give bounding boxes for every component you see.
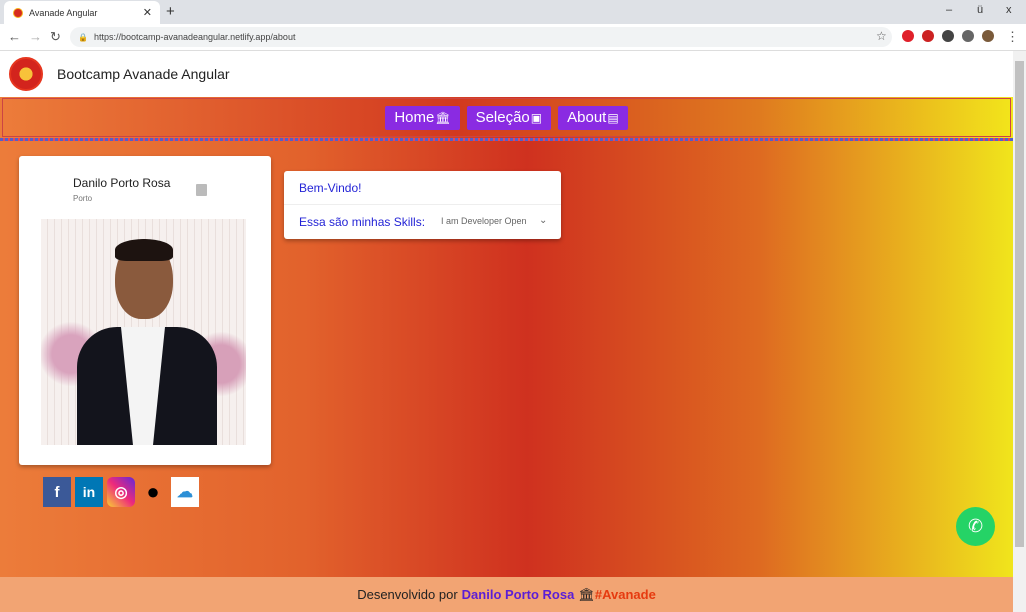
- nav-about-button[interactable]: About ▤: [558, 105, 628, 130]
- facebook-icon[interactable]: f: [43, 477, 71, 507]
- url-text: https://bootcamp-avanadeangular.netlify.…: [93, 32, 296, 42]
- opera-extension-icon[interactable]: [902, 30, 914, 42]
- web-page: Bootcamp Avanade Angular Home 🏛 Seleção …: [0, 51, 1013, 612]
- contact-icon: [196, 184, 207, 196]
- browser-toolbar: ← → ↻ 🔒 https://bootcamp-avanadeangular.…: [0, 24, 1026, 51]
- github-icon[interactable]: ●: [139, 477, 167, 507]
- tab-close-icon[interactable]: ✕: [143, 6, 152, 19]
- extension-icon[interactable]: [942, 30, 954, 42]
- profile-name: Danilo Porto Rosa: [73, 176, 171, 190]
- bank-icon: 🏛: [578, 586, 595, 602]
- forward-icon[interactable]: →: [29, 29, 42, 44]
- decorative-stripe: [0, 138, 1013, 141]
- favicon-icon: [13, 7, 23, 18]
- hero-section: Home 🏛 Seleção ▣ About ▤ Danilo Porto Ro…: [0, 97, 1013, 612]
- chevron-down-icon[interactable]: ⌄: [539, 215, 547, 226]
- browser-tabstrip: Avanade Angular ✕ + – ü x: [0, 0, 1026, 24]
- block-extension-icon[interactable]: [922, 30, 934, 42]
- minimize-button[interactable]: –: [946, 4, 952, 16]
- footer-hashtag[interactable]: #Avanade: [595, 587, 656, 602]
- profile-avatar-icon[interactable]: [982, 30, 994, 42]
- bookmark-star-icon[interactable]: ☆: [876, 29, 887, 43]
- nav-home-label: Home: [394, 109, 435, 126]
- nav-selecao-button[interactable]: Seleção ▣: [466, 105, 552, 130]
- instagram-icon[interactable]: ◎: [107, 477, 135, 507]
- profile-city: Porto: [73, 194, 93, 203]
- cloud-download-icon[interactable]: ☁: [171, 477, 199, 507]
- close-window-button[interactable]: x: [1006, 4, 1012, 16]
- menu-kebab-icon[interactable]: ⋮: [1006, 29, 1019, 45]
- app-header: Bootcamp Avanade Angular: [0, 51, 1013, 97]
- main-nav: Home 🏛 Seleção ▣ About ▤: [2, 98, 1011, 137]
- profile-photo: [41, 219, 246, 445]
- nav-home-button[interactable]: Home 🏛: [385, 105, 460, 130]
- nav-selecao-label: Seleção: [475, 109, 530, 126]
- footer: Desenvolvido por Danilo Porto Rosa 🏛 #Av…: [0, 577, 1013, 612]
- contact-card-icon: ▣: [530, 110, 543, 125]
- restore-button[interactable]: ü: [977, 4, 983, 16]
- bank-icon: 🏛: [435, 110, 451, 125]
- footer-author-link[interactable]: Danilo Porto Rosa: [462, 587, 575, 602]
- skills-label: Essa são minhas Skills:: [299, 215, 426, 229]
- nav-about-label: About: [567, 109, 607, 126]
- avanade-logo: [9, 57, 43, 91]
- reload-icon[interactable]: ↻: [50, 29, 61, 45]
- document-icon: ▤: [607, 110, 619, 125]
- footer-prefix: Desenvolvido por: [357, 587, 458, 602]
- whatsapp-icon: ✆: [967, 516, 984, 536]
- info-card: Bem-Vindo! Essa são minhas Skills: I am …: [284, 171, 561, 239]
- puzzle-extension-icon[interactable]: [962, 30, 974, 42]
- social-links: f in ◎ ● ☁: [43, 477, 199, 507]
- tab-title: Avanade Angular: [29, 7, 98, 18]
- scrollbar-thumb[interactable]: [1015, 61, 1024, 547]
- profile-card: Danilo Porto Rosa Porto: [19, 156, 271, 465]
- browser-tab[interactable]: Avanade Angular ✕: [4, 1, 160, 24]
- divider: [284, 204, 561, 205]
- whatsapp-button[interactable]: ✆: [956, 507, 995, 546]
- skills-select[interactable]: I am Developer Open: [441, 216, 527, 226]
- welcome-text: Bem-Vindo!: [299, 181, 362, 195]
- new-tab-button[interactable]: +: [166, 3, 175, 20]
- app-title: Bootcamp Avanade Angular: [57, 66, 230, 82]
- address-bar[interactable]: 🔒 https://bootcamp-avanadeangular.netlif…: [70, 27, 892, 47]
- back-icon[interactable]: ←: [8, 29, 21, 44]
- lock-icon: 🔒: [78, 32, 88, 42]
- linkedin-icon[interactable]: in: [75, 477, 103, 507]
- page-scrollbar[interactable]: [1013, 51, 1026, 612]
